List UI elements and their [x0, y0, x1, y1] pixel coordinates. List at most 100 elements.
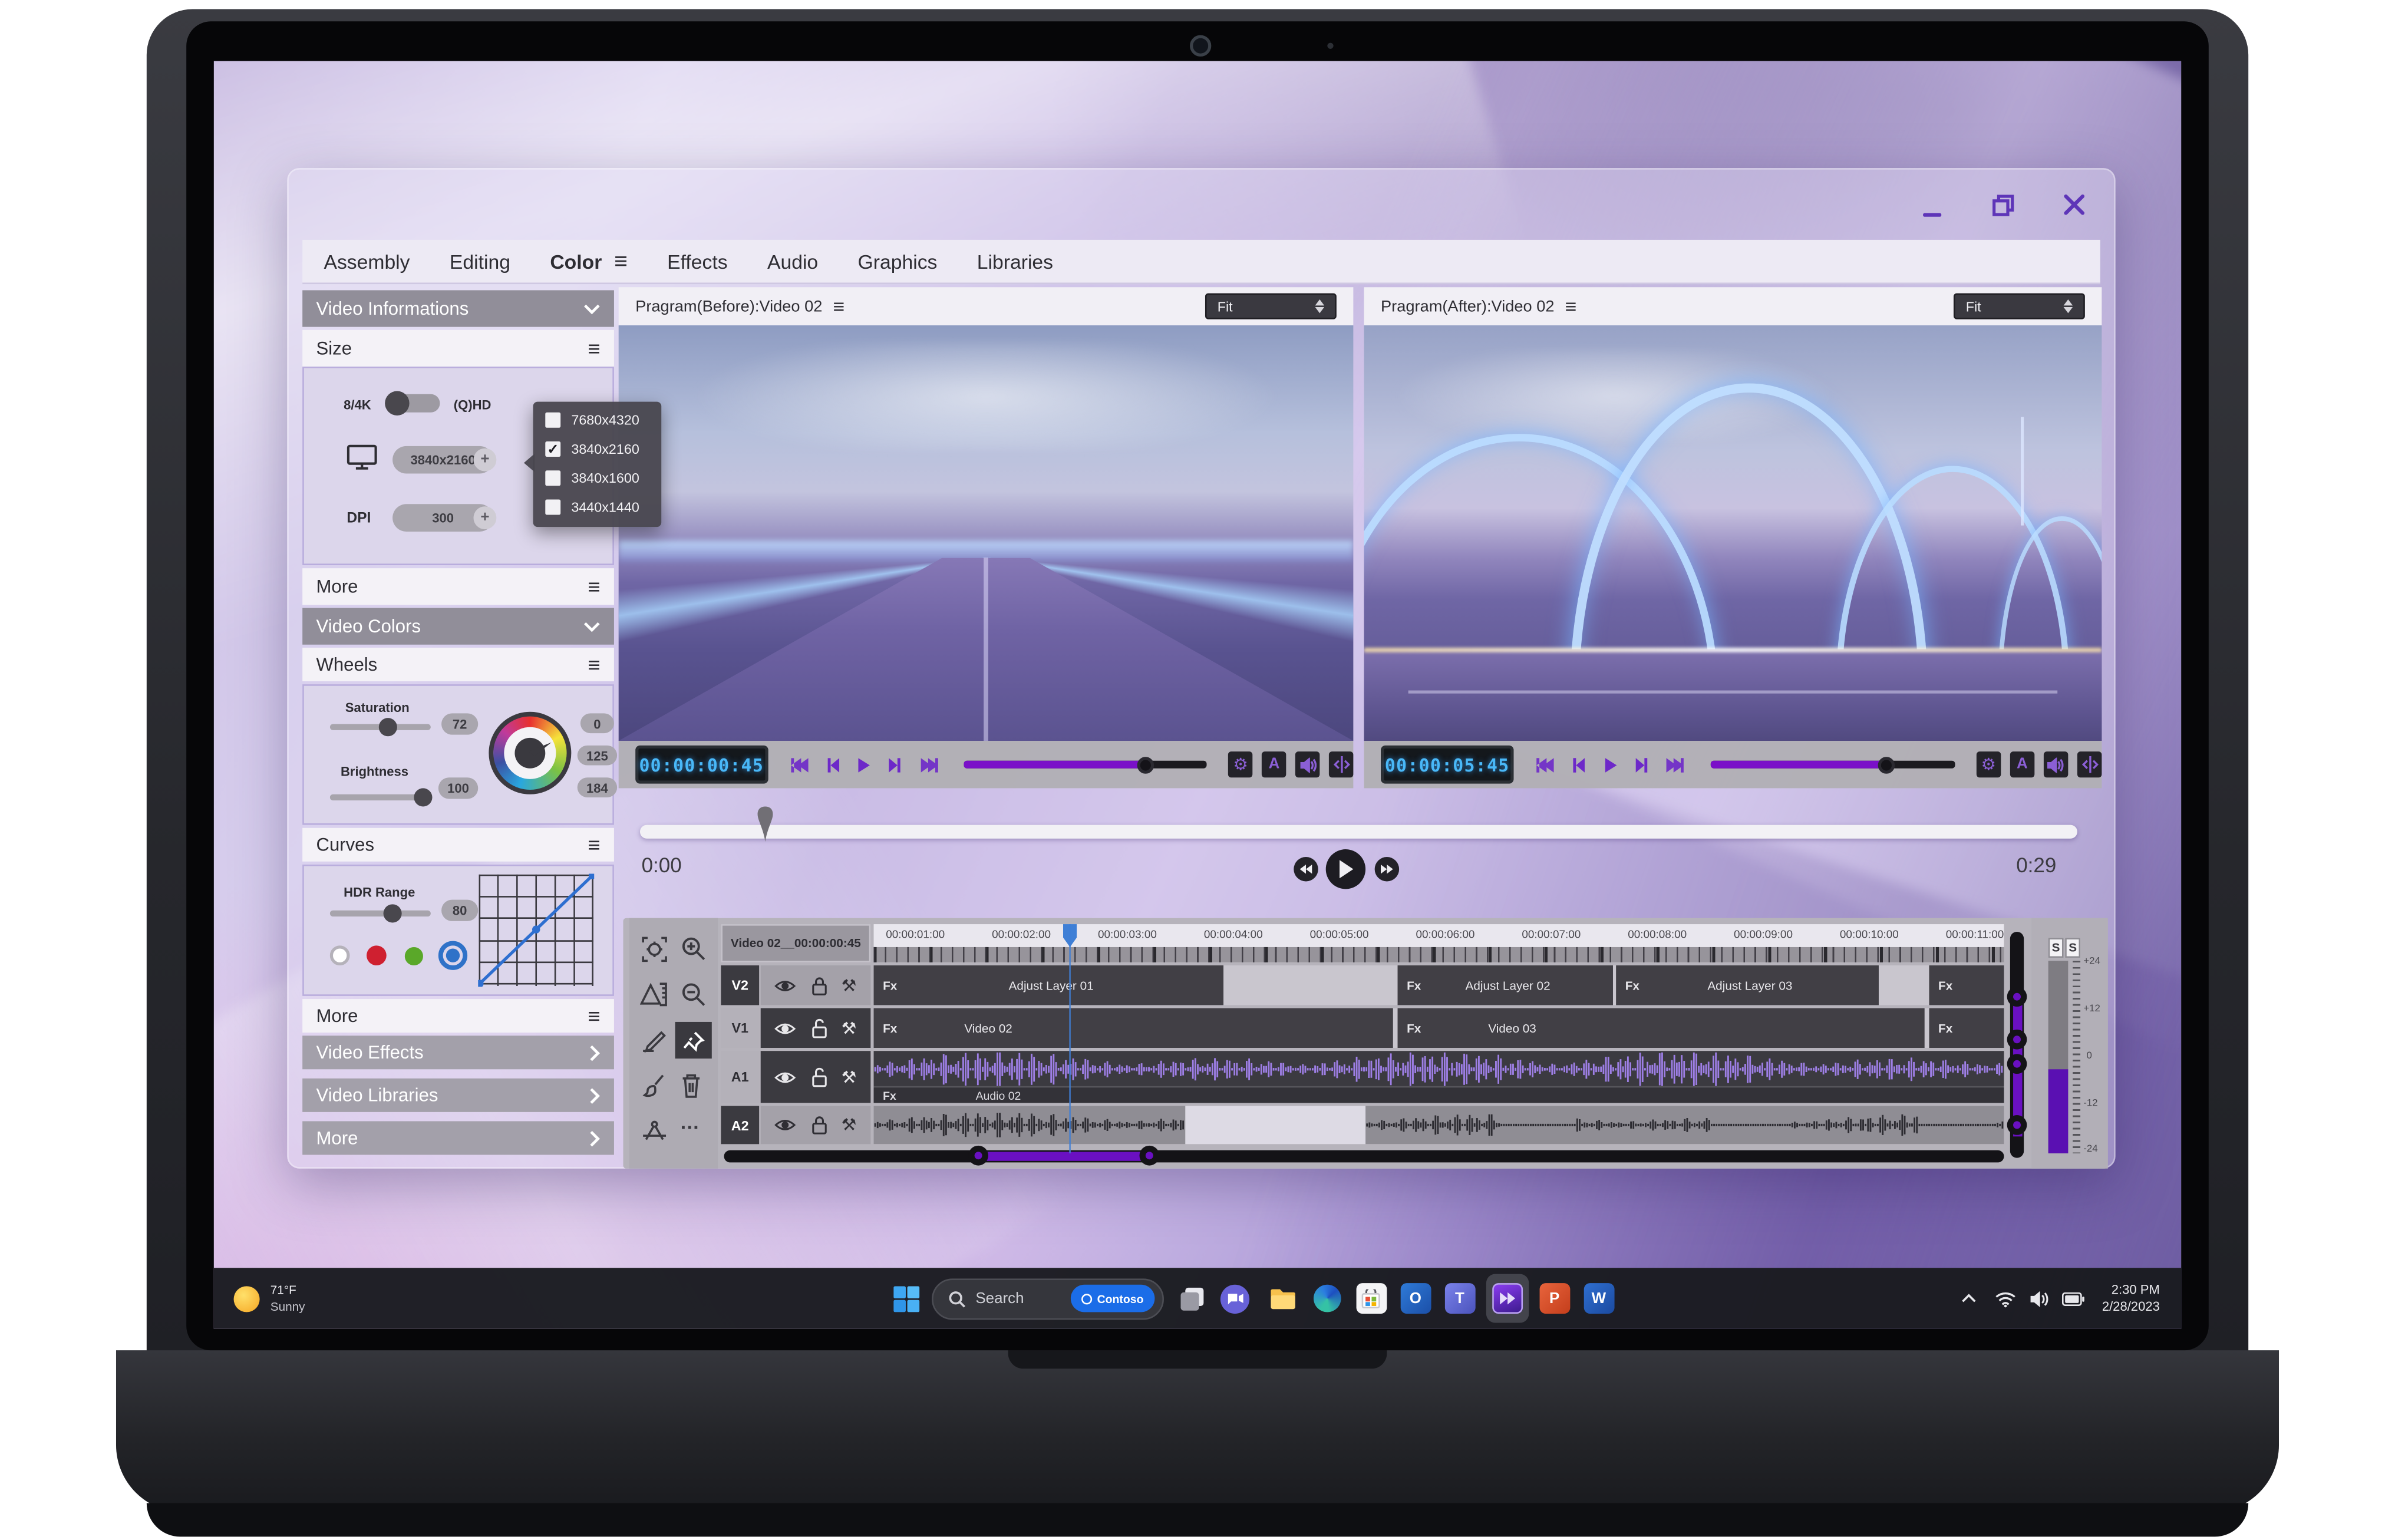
- prev-frame-icon[interactable]: [1572, 756, 1586, 774]
- outlook-icon[interactable]: O: [1400, 1283, 1431, 1314]
- section-wheels[interactable]: Wheels ≡: [302, 648, 614, 681]
- forward-button[interactable]: [1375, 857, 1399, 881]
- skip-start-icon[interactable]: [1535, 756, 1555, 774]
- word-icon[interactable]: W: [1584, 1283, 1614, 1314]
- lock-open-icon[interactable]: [810, 1018, 827, 1038]
- audio-clip[interactable]: [874, 1106, 1186, 1144]
- dpi-field[interactable]: 300 +: [392, 504, 493, 532]
- lock-closed-icon[interactable]: [810, 975, 827, 995]
- preview-progress-bar[interactable]: [964, 761, 1207, 769]
- tray-chevron-icon[interactable]: [1961, 1294, 1977, 1303]
- section-video-effects[interactable]: Video Effects: [302, 1036, 614, 1069]
- clock[interactable]: 2:30 PM 2/28/2023: [2102, 1281, 2160, 1315]
- curve-graph[interactable]: [478, 874, 594, 987]
- color-wheel[interactable]: [489, 712, 571, 794]
- section-video-informations[interactable]: Video Informations: [302, 290, 614, 327]
- split-button[interactable]: [2077, 751, 2102, 777]
- compass-icon[interactable]: [642, 1118, 668, 1144]
- chat-icon[interactable]: [1220, 1284, 1249, 1313]
- scroll-handle[interactable]: [2007, 1054, 2027, 1074]
- weather-widget[interactable]: 71°F Sunny: [270, 1281, 305, 1315]
- hdr-range-slider[interactable]: [330, 911, 431, 916]
- clip-stub[interactable]: Fx: [1929, 1008, 2004, 1048]
- fit-dropdown[interactable]: Fit: [1954, 294, 2085, 319]
- hamburger-icon[interactable]: ≡: [614, 248, 628, 274]
- clip-audio-02[interactable]: Fx Audio 02: [874, 1051, 2004, 1103]
- hamburger-icon[interactable]: ≡: [588, 1004, 600, 1028]
- minimize-button[interactable]: [1922, 203, 1943, 225]
- search-input[interactable]: Search Contoso: [931, 1278, 1163, 1319]
- channel-green[interactable]: [405, 947, 423, 965]
- resolution-field[interactable]: 3840x2160 +: [392, 446, 493, 474]
- resolution-option[interactable]: 3840x1600: [533, 463, 662, 492]
- resolution-toggle[interactable]: [388, 394, 440, 413]
- clip-stub[interactable]: Fx: [1929, 965, 2004, 1005]
- plus-icon[interactable]: +: [473, 506, 496, 529]
- scrubber-playhead[interactable]: [756, 806, 774, 843]
- hamburger-icon[interactable]: ≡: [588, 833, 600, 857]
- section-video-libraries[interactable]: Video Libraries: [302, 1079, 614, 1112]
- trash-icon[interactable]: [679, 1072, 702, 1098]
- checkbox-icon[interactable]: [545, 412, 560, 427]
- channel-red[interactable]: [367, 945, 387, 965]
- file-explorer-icon[interactable]: [1267, 1283, 1298, 1314]
- track-tools-icon[interactable]: ⚒: [842, 1018, 857, 1038]
- section-more-3[interactable]: More: [302, 1121, 614, 1155]
- play-icon[interactable]: [857, 756, 871, 774]
- menu-item-editing[interactable]: Editing: [450, 250, 510, 273]
- more-tools-icon[interactable]: …: [679, 1110, 700, 1133]
- menu-item-libraries[interactable]: Libraries: [977, 250, 1053, 273]
- play-icon[interactable]: [1603, 756, 1617, 774]
- audio-clip[interactable]: [1365, 1106, 2004, 1144]
- start-button[interactable]: [893, 1285, 919, 1311]
- teams-icon[interactable]: T: [1444, 1283, 1475, 1314]
- timeline-ruler[interactable]: 00:00:01:00 00:00:02:00 00:00:03:00 00:0…: [874, 924, 2004, 962]
- lock-open-icon[interactable]: [810, 1067, 827, 1087]
- channel-white[interactable]: [330, 945, 350, 965]
- scroll-handle-left[interactable]: [968, 1146, 988, 1166]
- track-label[interactable]: V2: [721, 965, 759, 1005]
- skip-end-icon[interactable]: [1665, 756, 1685, 774]
- scale-tool-icon[interactable]: [640, 982, 669, 1007]
- track-select-icon[interactable]: [642, 936, 668, 962]
- zoom-in-icon[interactable]: [681, 936, 705, 961]
- timeline-hscrollbar[interactable]: [724, 1150, 2004, 1163]
- next-frame-icon[interactable]: [1634, 756, 1648, 774]
- slider-thumb[interactable]: [383, 904, 401, 922]
- next-frame-icon[interactable]: [888, 756, 902, 774]
- checkbox-checked-icon[interactable]: ✓: [545, 441, 560, 456]
- menu-item-audio[interactable]: Audio: [767, 250, 818, 273]
- lock-closed-icon[interactable]: [810, 1115, 827, 1135]
- volume-button[interactable]: [2044, 751, 2069, 777]
- hamburger-icon[interactable]: ≡: [588, 652, 600, 677]
- clip-adjust-layer-02[interactable]: FxAdjust Layer 02: [1398, 965, 1613, 1005]
- brightness-slider[interactable]: [330, 794, 431, 800]
- resolution-option[interactable]: 7680x4320: [533, 405, 662, 434]
- plus-icon[interactable]: +: [473, 449, 496, 471]
- powerpoint-icon[interactable]: P: [1539, 1283, 1570, 1314]
- scroll-handle[interactable]: [2007, 1030, 2027, 1050]
- task-view-icon[interactable]: [1179, 1285, 1205, 1311]
- clip-adjust-layer-01[interactable]: FxAdjust Layer 01: [874, 965, 1224, 1005]
- settings-button[interactable]: ⚙: [1977, 751, 2001, 777]
- track-label[interactable]: V1: [721, 1008, 759, 1048]
- slider-thumb[interactable]: [379, 718, 397, 736]
- pencil-icon[interactable]: [642, 1030, 668, 1053]
- eye-icon[interactable]: [775, 1070, 796, 1084]
- timeline-clip-header[interactable]: Video 02__00:00:00:45: [721, 924, 870, 962]
- checkbox-icon[interactable]: [545, 470, 560, 485]
- eye-icon[interactable]: [775, 1021, 796, 1035]
- preview-progress-bar[interactable]: [1710, 761, 1955, 769]
- track-tools-icon[interactable]: ⚒: [842, 975, 857, 995]
- hamburger-icon[interactable]: ≡: [1565, 295, 1577, 318]
- rewind-button[interactable]: [1294, 857, 1318, 881]
- zoom-out-icon[interactable]: [681, 982, 705, 1007]
- clip-adjust-layer-03[interactable]: FxAdjust Layer 03: [1616, 965, 1879, 1005]
- timeline-vscrollbar[interactable]: [2010, 932, 2024, 1158]
- clip-video-02[interactable]: FxVideo 02: [874, 1008, 1393, 1048]
- timeline-scrubber[interactable]: [640, 825, 2077, 839]
- scroll-handle[interactable]: [2007, 1115, 2027, 1135]
- close-icon[interactable]: [2062, 193, 2086, 217]
- skip-start-icon[interactable]: [789, 756, 809, 774]
- restore-button[interactable]: [1992, 194, 2015, 217]
